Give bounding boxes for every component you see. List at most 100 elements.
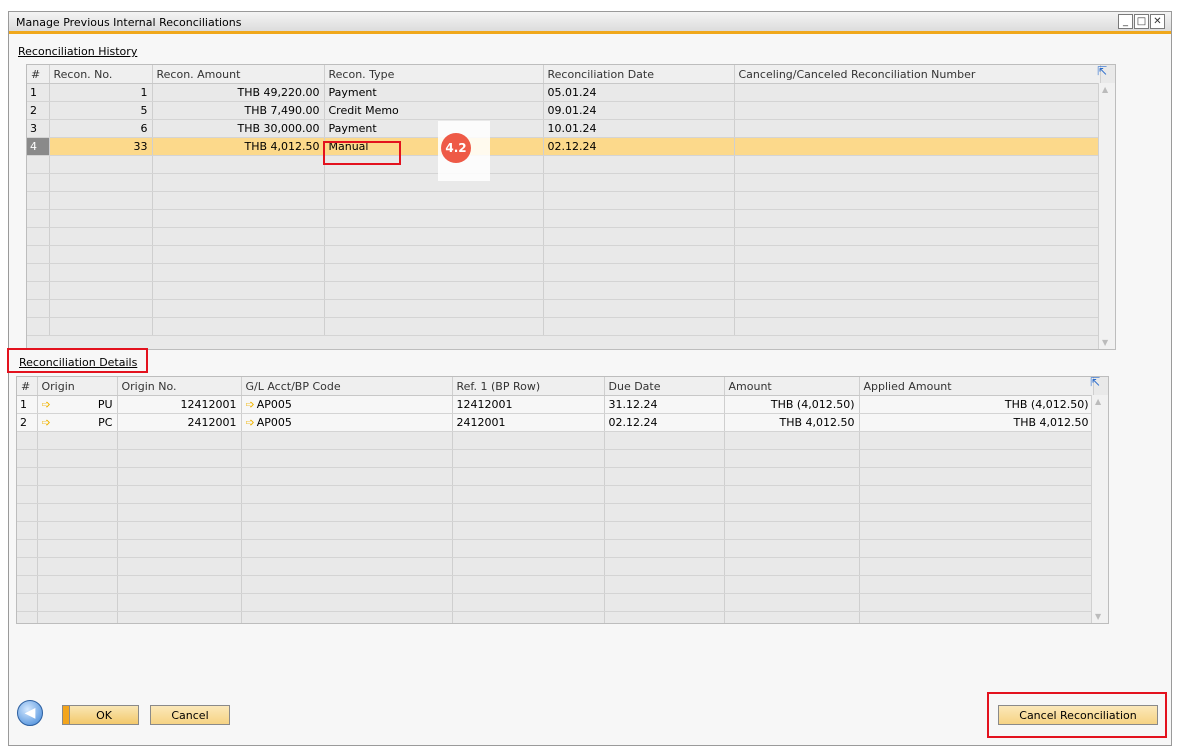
expand-icon[interactable]: ⇱ [1090, 375, 1100, 389]
recon-no-cell: 1 [49, 83, 153, 102]
col-header-applied-amount[interactable]: Applied Amount [859, 377, 1094, 396]
recon-date-cell: 05.01.24 [543, 83, 735, 102]
recon-type-cell: Payment [324, 119, 544, 138]
history-section-label: Reconciliation History [18, 45, 138, 58]
link-arrow-icon[interactable]: ➩ [42, 398, 51, 411]
expand-icon[interactable]: ⇱ [1097, 64, 1107, 78]
details-scrollbar[interactable]: ▲ ▼ [1091, 395, 1108, 623]
bp-code-value: AP005 [256, 416, 292, 429]
close-icon[interactable]: ✕ [1150, 14, 1165, 29]
col-header-index[interactable]: # [27, 65, 50, 84]
scroll-up-icon[interactable]: ▲ [1095, 397, 1101, 406]
recon-date-cell: 10.01.24 [543, 119, 735, 138]
cancel-button[interactable]: Cancel [150, 705, 230, 725]
empty-row [17, 611, 1094, 623]
col-header-ref1[interactable]: Ref. 1 (BP Row) [452, 377, 605, 396]
row-index[interactable]: 2 [17, 413, 38, 432]
history-table: # Recon. No. Recon. Amount Recon. Type R… [27, 65, 1101, 336]
table-row[interactable]: 1 ➩ PU 12412001 ➩ AP005 12412001 31.12.24 … [17, 395, 1094, 414]
table-row-selected[interactable]: 4 33 THB 4,012.50 Manual 02.12.24 [27, 137, 1101, 156]
title-bar[interactable]: Manage Previous Internal Reconciliations… [9, 12, 1171, 34]
ref1-cell: 2412001 [452, 413, 605, 432]
col-header-recon-type[interactable]: Recon. Type [324, 65, 544, 84]
empty-row [17, 521, 1094, 540]
empty-row [27, 317, 1101, 336]
canceling-number-cell [734, 101, 1101, 120]
empty-row [17, 539, 1094, 558]
bp-code-cell: ➩ AP005 [241, 395, 453, 414]
window-title: Manage Previous Internal Reconciliations [16, 16, 242, 29]
empty-row [17, 575, 1094, 594]
empty-row [27, 155, 1101, 174]
col-header-gl-bp-code[interactable]: G/L Acct/BP Code [241, 377, 453, 396]
table-row[interactable]: 1 1 THB 49,220.00 Payment 05.01.24 [27, 83, 1101, 102]
table-row[interactable]: 2 ➩ PC 2412001 ➩ AP005 2412001 02.12.24 TH… [17, 413, 1094, 432]
recon-amount-cell: THB 49,220.00 [152, 83, 325, 102]
empty-row [17, 485, 1094, 504]
details-label-highlight-box [7, 348, 148, 373]
recon-type-cell: Payment [324, 83, 544, 102]
col-header-index[interactable]: # [17, 377, 38, 396]
col-header-origin[interactable]: Origin [37, 377, 118, 396]
maximize-icon[interactable]: □ [1134, 14, 1149, 29]
minimize-icon[interactable]: _ [1118, 14, 1133, 29]
empty-row [27, 227, 1101, 246]
due-date-cell: 31.12.24 [604, 395, 725, 414]
scroll-down-icon[interactable]: ▼ [1102, 338, 1108, 347]
ok-button[interactable]: OK [69, 705, 139, 725]
applied-amount-cell: THB 4,012.50 [859, 413, 1094, 432]
empty-row [17, 593, 1094, 612]
link-arrow-icon[interactable]: ➩ [42, 416, 51, 429]
recon-type-cell: Credit Memo [324, 101, 544, 120]
empty-row [27, 281, 1101, 300]
applied-amount-cell: THB (4,012.50) [859, 395, 1094, 414]
recon-amount-cell: THB 7,490.00 [152, 101, 325, 120]
empty-row [27, 191, 1101, 210]
bp-code-cell: ➩ AP005 [241, 413, 453, 432]
canceling-number-cell [734, 83, 1101, 102]
amount-cell: THB (4,012.50) [724, 395, 860, 414]
bp-code-value: AP005 [256, 398, 292, 411]
details-table: # Origin Origin No. G/L Acct/BP Code Ref… [17, 377, 1094, 623]
col-header-due-date[interactable]: Due Date [604, 377, 725, 396]
row-index[interactable]: 1 [27, 83, 50, 102]
col-header-recon-date[interactable]: Reconciliation Date [543, 65, 735, 84]
manual-highlight-box [323, 141, 401, 165]
history-header-row: # Recon. No. Recon. Amount Recon. Type R… [27, 65, 1101, 84]
empty-row [27, 299, 1101, 318]
scroll-down-icon[interactable]: ▼ [1095, 612, 1101, 621]
col-header-recon-amount[interactable]: Recon. Amount [152, 65, 325, 84]
empty-row [27, 245, 1101, 264]
details-grid: # Origin Origin No. G/L Acct/BP Code Ref… [16, 376, 1109, 624]
col-header-recon-no[interactable]: Recon. No. [49, 65, 153, 84]
canceling-number-cell [734, 119, 1101, 138]
recon-amount-cell: THB 4,012.50 [152, 137, 325, 156]
scroll-up-icon[interactable]: ▲ [1102, 85, 1108, 94]
cancel-reconciliation-highlight-box [987, 692, 1167, 738]
window-controls: _ □ ✕ [1118, 14, 1165, 29]
link-arrow-icon[interactable]: ➩ [246, 416, 255, 429]
col-header-amount[interactable]: Amount [724, 377, 860, 396]
amount-cell: THB 4,012.50 [724, 413, 860, 432]
link-arrow-icon[interactable]: ➩ [246, 398, 255, 411]
empty-row [27, 263, 1101, 282]
row-index[interactable]: 1 [17, 395, 38, 414]
origin-no-cell: 12412001 [117, 395, 242, 414]
empty-row [27, 173, 1101, 192]
origin-cell: ➩ PC [37, 413, 118, 432]
table-row[interactable]: 2 5 THB 7,490.00 Credit Memo 09.01.24 [27, 101, 1101, 120]
col-header-canceling-number[interactable]: Canceling/Canceled Reconciliation Number [734, 65, 1101, 84]
ref1-cell: 12412001 [452, 395, 605, 414]
recon-no-cell: 33 [49, 137, 153, 156]
row-index[interactable]: 2 [27, 101, 50, 120]
row-index[interactable]: 4 [27, 137, 50, 156]
recon-date-cell: 02.12.24 [543, 137, 735, 156]
origin-no-cell: 2412001 [117, 413, 242, 432]
history-scrollbar[interactable]: ▲ ▼ [1098, 83, 1115, 349]
empty-row [17, 467, 1094, 486]
due-date-cell: 02.12.24 [604, 413, 725, 432]
table-row[interactable]: 3 6 THB 30,000.00 Payment 10.01.24 [27, 119, 1101, 138]
row-index[interactable]: 3 [27, 119, 50, 138]
back-arrow-icon[interactable]: ◀ [17, 700, 43, 726]
col-header-origin-no[interactable]: Origin No. [117, 377, 242, 396]
